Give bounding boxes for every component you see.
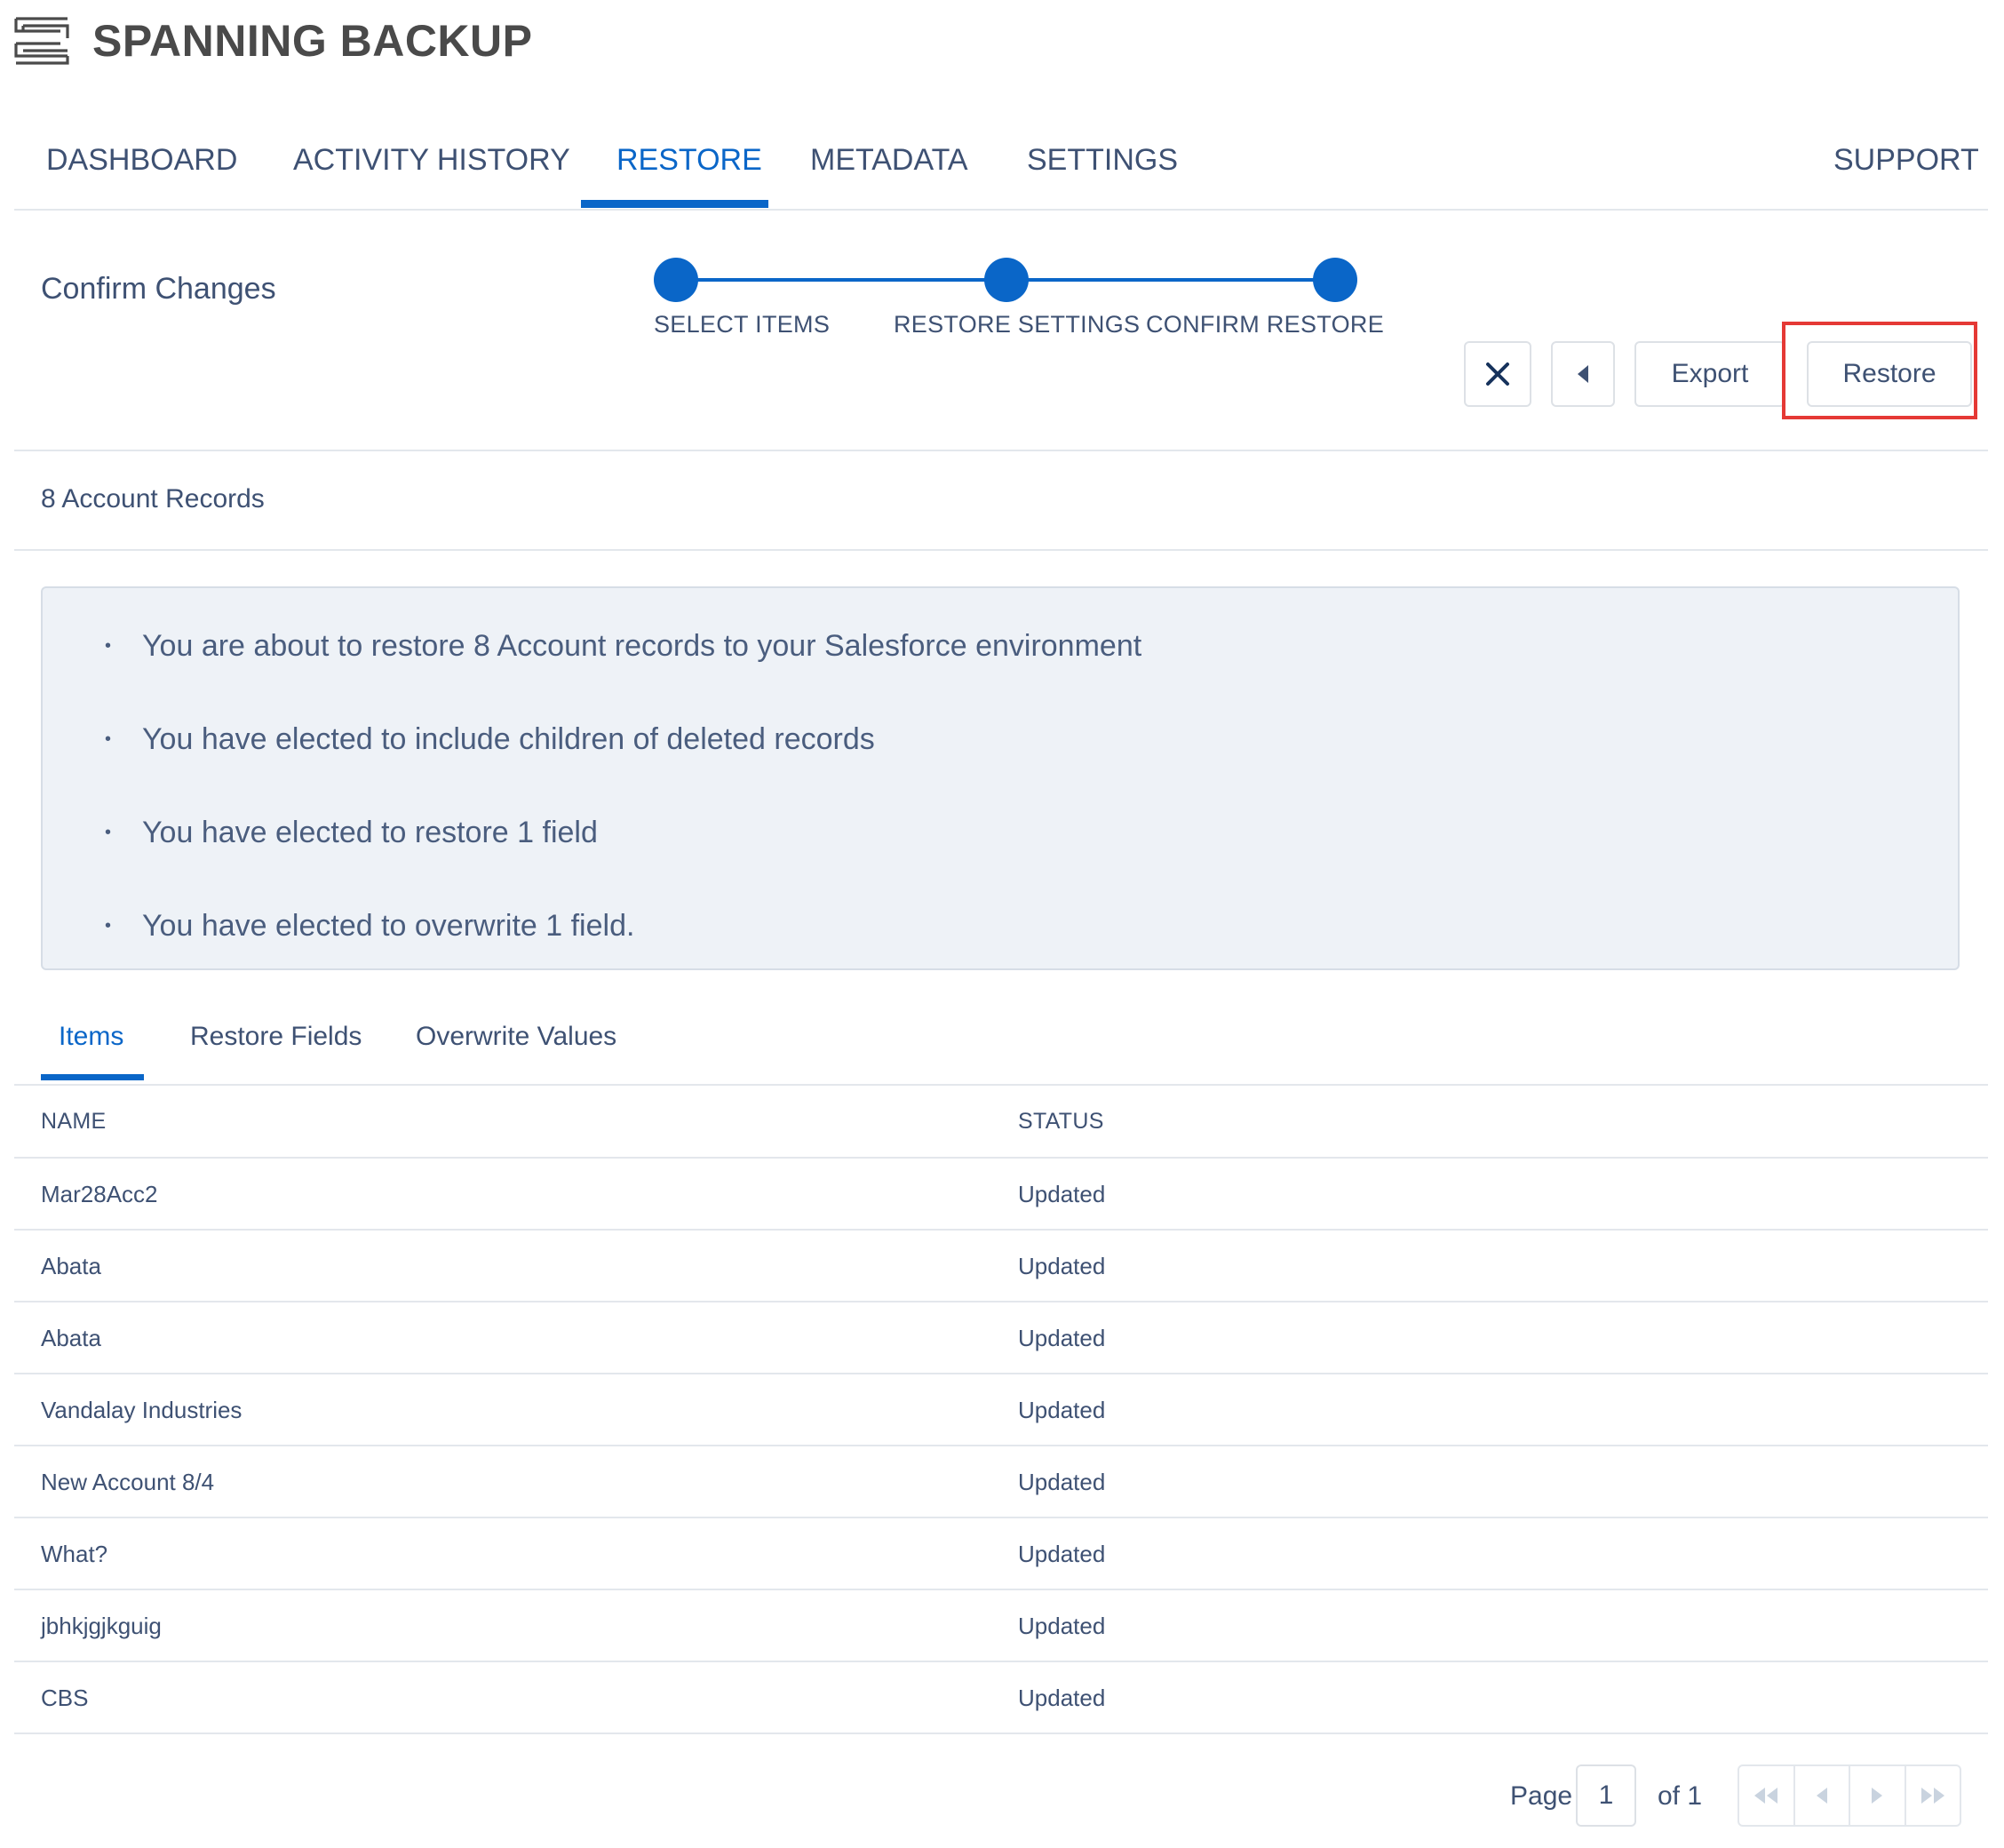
table-cell-name: Vandalay Industries [41,1397,243,1423]
nav-settings[interactable]: SETTINGS [1027,133,1178,187]
next-page-button[interactable] [1849,1766,1905,1825]
tab-overwrite-values[interactable]: Overwrite Values [416,1017,616,1056]
table-row-divider [14,1445,1988,1446]
pagination-controls [1738,1764,1961,1827]
step-label-confirm-restore: CONFIRM RESTORE [1146,311,1385,338]
table-row-divider [14,1373,1988,1374]
table-row-divider [14,1589,1988,1590]
table-cell-status: Updated [1018,1613,1106,1639]
last-page-icon [1920,1788,1944,1804]
table-cell-status: Updated [1018,1181,1106,1207]
table-cell-name: What? [41,1541,108,1567]
table-cell-status: Updated [1018,1685,1106,1711]
table-row-divider [14,1229,1988,1231]
table-row-divider [14,1301,1988,1302]
column-header-status[interactable]: STATUS [1018,1109,1104,1135]
first-page-button[interactable] [1739,1766,1793,1825]
table-cell-name: Mar28Acc2 [41,1181,158,1207]
spanning-logo-icon [14,17,69,65]
nav-restore[interactable]: RESTORE [616,133,762,187]
table-cell-status: Updated [1018,1469,1106,1495]
table-row-divider [14,1157,1988,1159]
nav-dashboard[interactable]: DASHBOARD [46,133,237,187]
table-cell-status: Updated [1018,1541,1106,1567]
step-marker-confirm-restore [1313,258,1357,302]
prev-page-icon [1816,1788,1827,1804]
active-tab-indicator [41,1074,144,1080]
table-row-divider [14,1732,1988,1734]
page-number-input[interactable]: 1 [1576,1764,1636,1827]
cancel-button[interactable] [1464,341,1531,407]
nav-activity-history[interactable]: ACTIVITY HISTORY [293,133,570,187]
next-page-icon [1872,1788,1883,1804]
nav-support[interactable]: SUPPORT [1833,133,1979,187]
summary-item: You are about to restore 8 Account recor… [105,624,1141,668]
active-nav-indicator [581,200,768,208]
table-row-divider [14,1661,1988,1662]
page-title: Confirm Changes [41,272,276,306]
table-cell-name: New Account 8/4 [41,1469,215,1495]
tab-items[interactable]: Items [59,1017,123,1056]
record-count-title: 8 Account Records [41,484,265,514]
table-cell-status: Updated [1018,1325,1106,1351]
table-cell-name: Abata [41,1325,101,1351]
summary-item: You have elected to restore 1 field [105,810,598,855]
table-row-divider [14,1517,1988,1518]
brand-title: SPANNING BACKUP [92,16,533,66]
back-button[interactable] [1551,341,1615,407]
summary-item: You have elected to include children of … [105,717,875,761]
tabs-divider [14,1084,1988,1086]
table-cell-name: jbhkjgjkguig [41,1613,162,1639]
progress-line [1006,278,1334,282]
table-cell-name: CBS [41,1685,89,1711]
step-marker-restore-settings [984,258,1029,302]
restore-button-highlight [1782,322,1977,419]
first-page-icon [1754,1788,1778,1804]
step-label-restore-settings: RESTORE SETTINGS [894,311,1141,338]
caret-left-icon [1578,365,1588,383]
pager-total-label: of 1 [1658,1781,1703,1811]
column-header-name[interactable]: NAME [41,1109,106,1135]
close-icon [1486,362,1509,386]
table-cell-status: Updated [1018,1253,1106,1279]
tab-restore-fields[interactable]: Restore Fields [190,1017,362,1056]
pager-page-label: Page [1510,1781,1573,1811]
table-cell-name: Abata [41,1253,101,1279]
prev-page-button[interactable] [1793,1766,1849,1825]
summary-item: You have elected to overwrite 1 field. [105,904,634,948]
restore-summary-panel: You are about to restore 8 Account recor… [41,586,1960,970]
nav-metadata[interactable]: METADATA [810,133,968,187]
step-label-select-items: SELECT ITEMS [654,311,831,338]
nav-divider [14,209,1988,211]
section-divider [14,549,1988,551]
last-page-button[interactable] [1904,1766,1960,1825]
section-divider [14,450,1988,451]
table-cell-status: Updated [1018,1397,1106,1423]
export-button[interactable]: Export [1634,341,1785,407]
step-marker-select-items [654,258,698,302]
progress-line [675,278,1006,282]
